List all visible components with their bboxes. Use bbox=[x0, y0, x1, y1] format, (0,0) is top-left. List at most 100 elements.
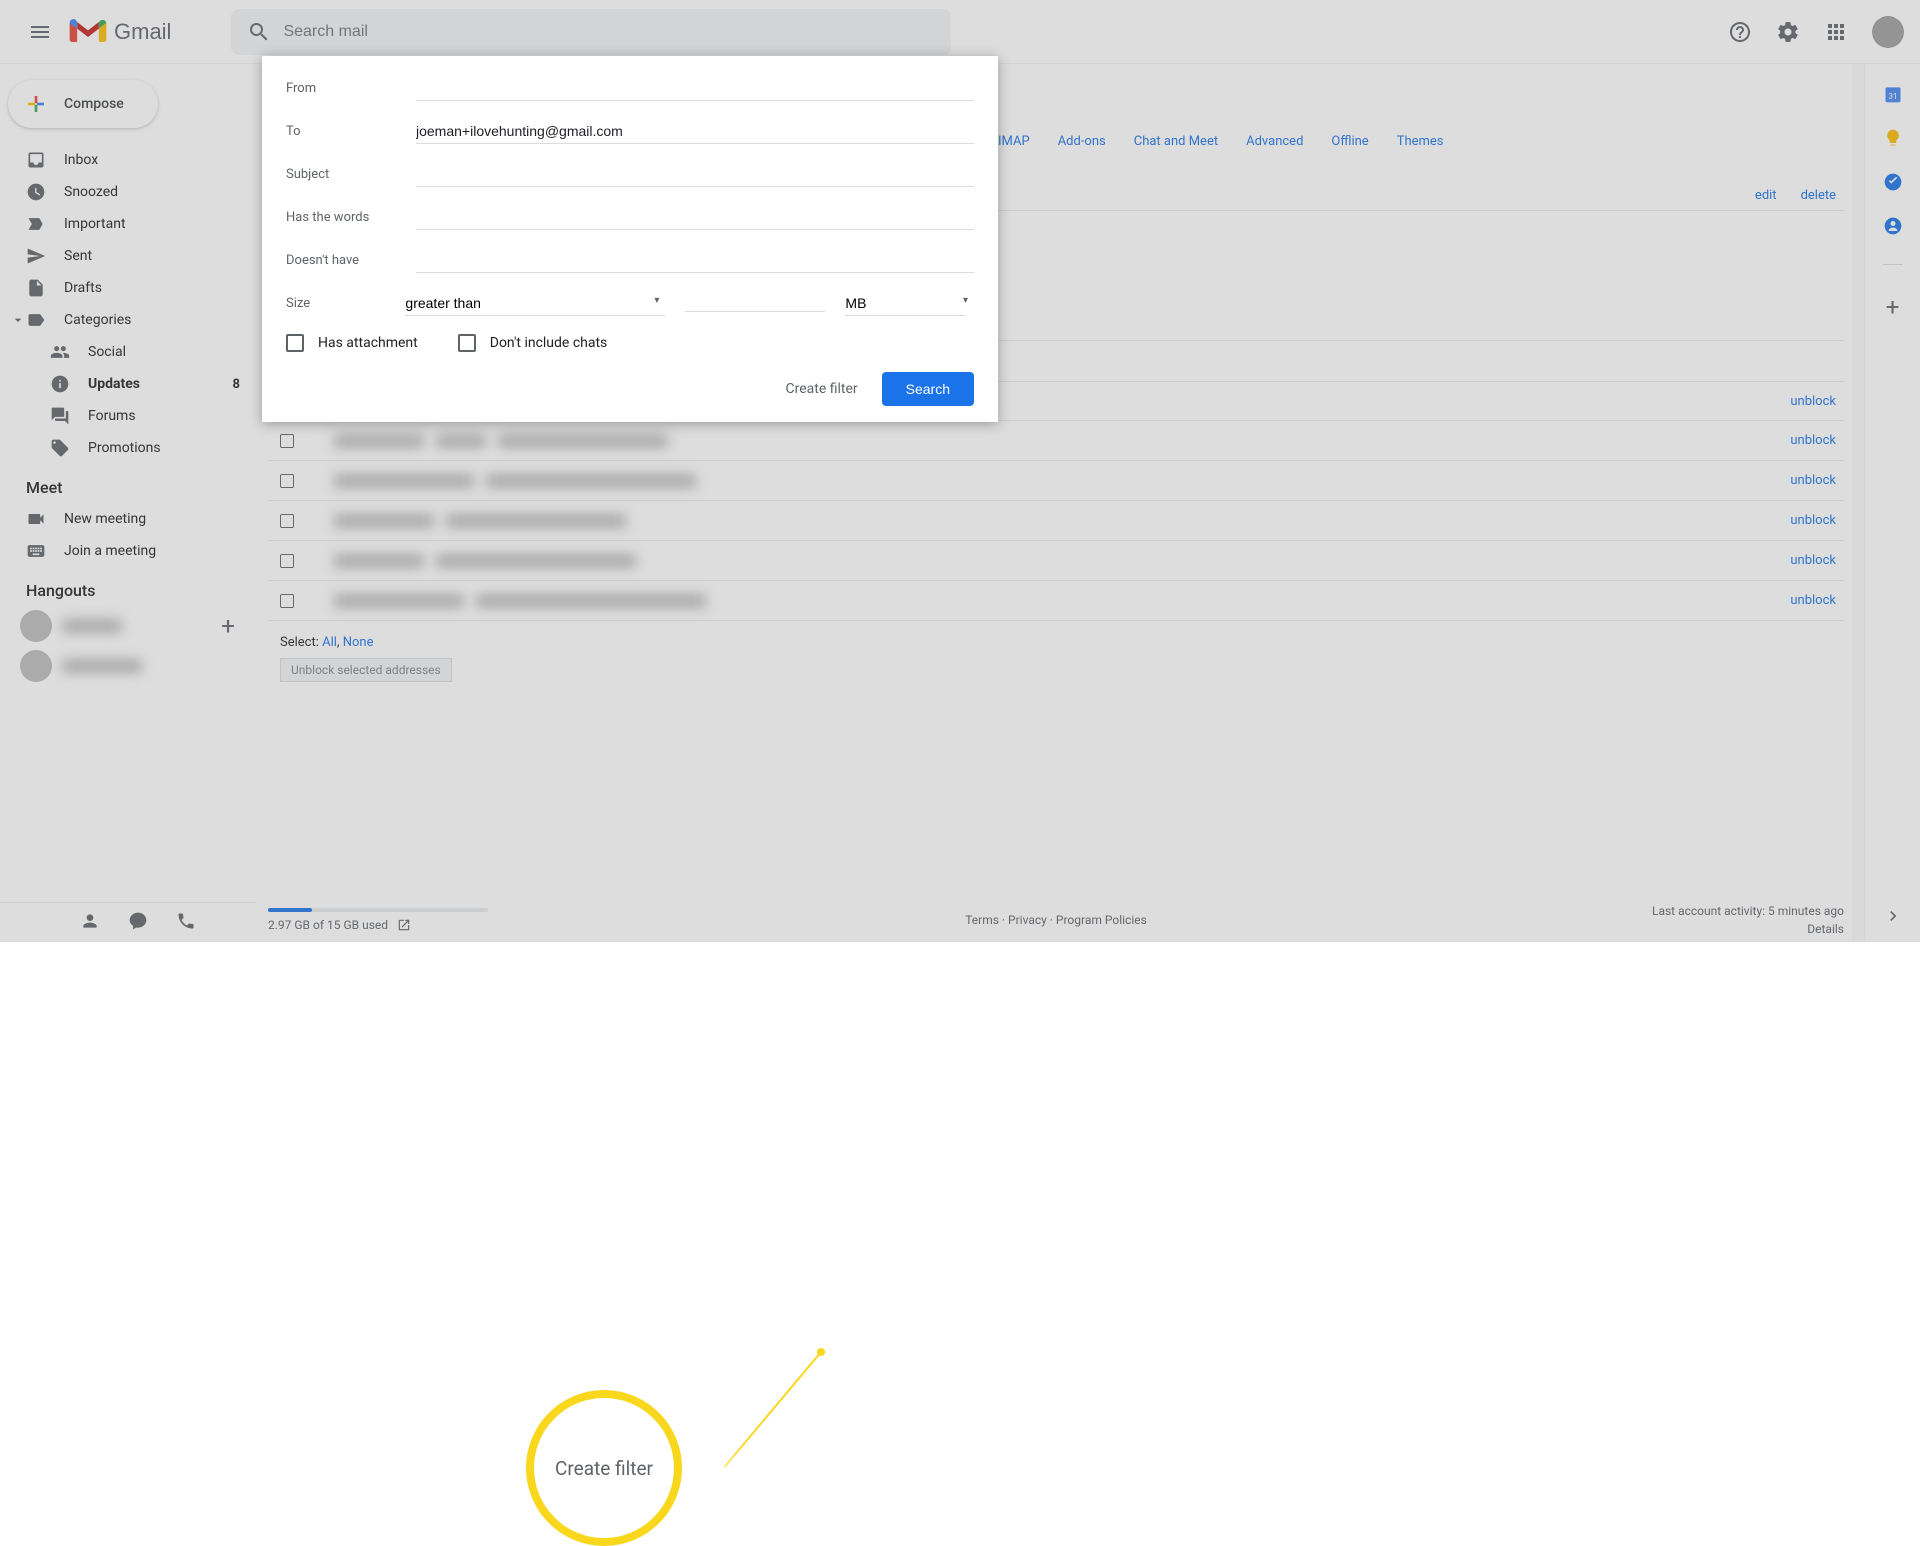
to-input[interactable] bbox=[416, 119, 974, 144]
sidebar-item-updates[interactable]: Updates8 bbox=[0, 368, 256, 400]
tab-addons[interactable]: Add-ons bbox=[1058, 134, 1106, 149]
edit-link[interactable]: edit bbox=[1755, 188, 1777, 203]
tab-themes[interactable]: Themes bbox=[1397, 134, 1444, 149]
create-filter-link[interactable]: Create filter bbox=[785, 381, 857, 397]
size-label: Size bbox=[286, 296, 405, 311]
delete-link[interactable]: delete bbox=[1801, 188, 1836, 203]
tasks-icon[interactable] bbox=[1883, 172, 1903, 192]
scrollbar[interactable] bbox=[1852, 64, 1864, 942]
checkbox-icon bbox=[286, 334, 304, 352]
search-button[interactable] bbox=[239, 12, 279, 52]
meet-list: New meeting Join a meeting bbox=[0, 503, 256, 567]
hangouts-header: Hangouts bbox=[0, 567, 256, 606]
row-checkbox[interactable] bbox=[280, 514, 294, 528]
dont-include-chats-label: Don't include chats bbox=[490, 335, 608, 351]
has-words-input[interactable] bbox=[416, 205, 974, 230]
unblock-link[interactable]: unblock bbox=[1790, 553, 1836, 568]
unblock-link[interactable]: unblock bbox=[1790, 394, 1836, 409]
phone-tab[interactable] bbox=[176, 911, 196, 935]
callout-dot bbox=[815, 1346, 827, 1358]
callout-circle: Create filter bbox=[526, 1390, 682, 1546]
sidebar-item-snoozed[interactable]: Snoozed bbox=[0, 176, 256, 208]
nav-list: Inbox Snoozed Important Sent Drafts Cate… bbox=[0, 144, 256, 464]
sidebar-item-important[interactable]: Important bbox=[0, 208, 256, 240]
video-icon bbox=[26, 509, 46, 529]
get-addons-button[interactable]: + bbox=[1886, 293, 1900, 321]
to-label: To bbox=[286, 124, 416, 139]
sidebar: Compose Inbox Snoozed Important Sent Dra… bbox=[0, 64, 256, 942]
unblock-link[interactable]: unblock bbox=[1790, 473, 1836, 488]
unblock-link[interactable]: unblock bbox=[1790, 513, 1836, 528]
nav-label: Important bbox=[64, 216, 256, 232]
row-checkbox[interactable] bbox=[280, 434, 294, 448]
tab-imap[interactable]: IMAP bbox=[998, 134, 1030, 149]
hangouts-icon bbox=[128, 911, 148, 931]
select-none-link[interactable]: None bbox=[343, 635, 374, 650]
important-icon bbox=[26, 214, 46, 234]
new-meeting-button[interactable]: New meeting bbox=[0, 503, 256, 535]
join-meeting-button[interactable]: Join a meeting bbox=[0, 535, 256, 567]
info-icon bbox=[50, 374, 70, 394]
contacts-icon[interactable] bbox=[1883, 216, 1903, 236]
keep-icon[interactable] bbox=[1883, 128, 1903, 148]
terms-link[interactable]: Terms bbox=[965, 913, 999, 927]
row-checkbox[interactable] bbox=[280, 594, 294, 608]
tab-offline[interactable]: Offline bbox=[1331, 134, 1368, 149]
calendar-icon[interactable]: 31 bbox=[1883, 84, 1903, 104]
compose-button[interactable]: Compose bbox=[8, 80, 158, 128]
account-avatar[interactable] bbox=[1872, 16, 1904, 48]
checkbox-icon bbox=[458, 334, 476, 352]
open-link-icon[interactable] bbox=[397, 918, 411, 932]
main-menu-button[interactable] bbox=[16, 8, 64, 56]
search-bar[interactable] bbox=[231, 9, 951, 55]
from-input[interactable] bbox=[416, 76, 974, 101]
person-icon bbox=[80, 911, 100, 931]
size-value-input[interactable] bbox=[685, 296, 825, 312]
sidebar-item-social[interactable]: Social bbox=[0, 336, 256, 368]
privacy-link[interactable]: Privacy bbox=[1008, 913, 1047, 927]
nav-count: 8 bbox=[233, 377, 240, 392]
has-attachment-checkbox[interactable]: Has attachment bbox=[286, 334, 418, 352]
doesnt-have-label: Doesn't have bbox=[286, 253, 416, 268]
settings-button[interactable] bbox=[1768, 12, 1808, 52]
dont-include-chats-checkbox[interactable]: Don't include chats bbox=[458, 334, 608, 352]
nav-label: Updates bbox=[88, 376, 233, 392]
add-contact-button[interactable]: + bbox=[216, 614, 240, 638]
unblock-selected-button[interactable]: Unblock selected addresses bbox=[280, 658, 452, 682]
select-all-link[interactable]: All bbox=[322, 635, 337, 650]
gmail-logo[interactable]: Gmail bbox=[68, 17, 171, 47]
nav-label: Sent bbox=[64, 248, 256, 264]
sidebar-item-inbox[interactable]: Inbox bbox=[0, 144, 256, 176]
nav-label: Promotions bbox=[88, 440, 256, 456]
hangout-contact[interactable]: + bbox=[20, 606, 256, 646]
search-filter-dropdown: From To Subject Has the words Doesn't ha… bbox=[262, 56, 998, 422]
help-button[interactable] bbox=[1720, 12, 1760, 52]
search-input[interactable] bbox=[279, 23, 943, 41]
search-button[interactable]: Search bbox=[882, 372, 974, 406]
table-row: unblock bbox=[268, 541, 1844, 581]
policies-link[interactable]: Program Policies bbox=[1056, 913, 1147, 927]
unblock-link[interactable]: unblock bbox=[1790, 593, 1836, 608]
tab-advanced[interactable]: Advanced bbox=[1246, 134, 1303, 149]
row-checkbox[interactable] bbox=[280, 554, 294, 568]
size-operator-select[interactable]: greater than bbox=[405, 291, 665, 316]
row-checkbox[interactable] bbox=[280, 474, 294, 488]
contacts-tab[interactable] bbox=[80, 911, 100, 935]
apps-button[interactable] bbox=[1816, 12, 1856, 52]
unblock-link[interactable]: unblock bbox=[1790, 433, 1836, 448]
sidebar-item-sent[interactable]: Sent bbox=[0, 240, 256, 272]
sidebar-item-categories[interactable]: Categories bbox=[0, 304, 256, 336]
sidebar-item-promotions[interactable]: Promotions bbox=[0, 432, 256, 464]
hangout-contact[interactable] bbox=[20, 646, 256, 686]
size-unit-select[interactable]: MB bbox=[845, 291, 965, 316]
sidebar-item-drafts[interactable]: Drafts bbox=[0, 272, 256, 304]
tab-chat-meet[interactable]: Chat and Meet bbox=[1134, 134, 1218, 149]
collapse-panel-button[interactable] bbox=[1883, 906, 1903, 926]
keyboard-icon bbox=[26, 541, 46, 561]
doesnt-have-input[interactable] bbox=[416, 248, 974, 273]
sidebar-item-forums[interactable]: Forums bbox=[0, 400, 256, 432]
subject-label: Subject bbox=[286, 167, 416, 182]
details-link[interactable]: Details bbox=[1807, 922, 1844, 936]
subject-input[interactable] bbox=[416, 162, 974, 187]
hangouts-tab[interactable] bbox=[128, 911, 148, 935]
